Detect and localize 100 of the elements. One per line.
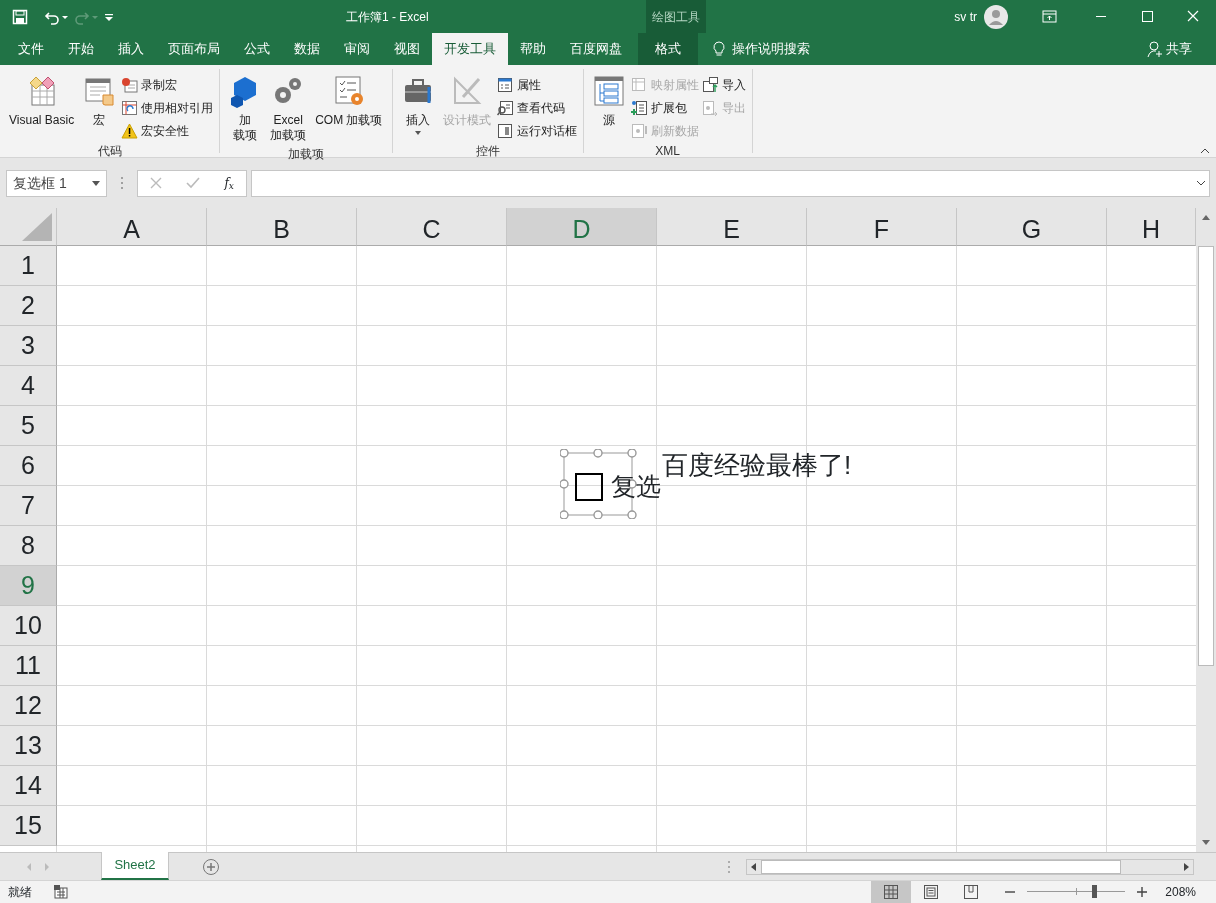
add-sheet-icon[interactable]	[202, 857, 220, 876]
macro-recording-icon[interactable]	[54, 885, 68, 899]
row-header[interactable]: 11	[0, 646, 57, 686]
ribbon-button[interactable]: Visual Basic	[6, 73, 78, 130]
name-box[interactable]: 复选框 1	[6, 169, 107, 197]
column-header[interactable]: G	[957, 208, 1107, 246]
ribbon-tab[interactable]: 数据	[282, 33, 332, 65]
grip-icon	[726, 859, 732, 874]
page-break-icon[interactable]	[963, 884, 980, 900]
ribbon-tab[interactable]: 公式	[232, 33, 282, 65]
row-header[interactable]: 13	[0, 726, 57, 766]
normal-view-icon[interactable]	[883, 884, 900, 900]
row-header[interactable]: 5	[0, 406, 57, 446]
row-header[interactable]: 14	[0, 766, 57, 806]
ribbon-button[interactable]: 源	[589, 73, 628, 130]
ribbon-tab[interactable]: 审阅	[332, 33, 382, 65]
lightbulb-icon[interactable]	[712, 40, 726, 58]
share-button[interactable]: 共享	[1147, 39, 1192, 59]
ribbon-tab[interactable]: 视图	[382, 33, 432, 65]
ribbon-button[interactable]: 查看代码	[496, 96, 577, 119]
sheet-tab[interactable]: Sheet2	[101, 852, 169, 880]
zoom-slider[interactable]	[1027, 885, 1126, 899]
row-header[interactable]: 4	[0, 366, 57, 406]
row-header[interactable]: 6	[0, 446, 57, 486]
avatar-icon[interactable]	[983, 3, 1009, 30]
refresh-data-icon	[630, 122, 648, 139]
ribbon-tab[interactable]: 百度网盘	[558, 33, 634, 65]
status-text: 就绪	[8, 884, 32, 901]
column-header[interactable]: F	[807, 208, 957, 246]
view-code-icon	[496, 99, 514, 116]
check-icon[interactable]	[186, 177, 201, 189]
xml-source-icon	[592, 75, 625, 109]
column-header[interactable]: B	[207, 208, 357, 246]
group-label: XML	[654, 143, 681, 160]
ribbon-button[interactable]: 录制宏	[121, 73, 214, 96]
ribbon-button[interactable]: 宏	[80, 73, 119, 130]
group-label: 控件	[474, 143, 501, 160]
ribbon-button[interactable]: 导入	[701, 73, 746, 96]
ribbon-button[interactable]: Excel 加载项	[267, 73, 310, 145]
row-header[interactable]: 7	[0, 486, 57, 526]
selection-frame[interactable]	[560, 449, 638, 519]
row-header[interactable]: 12	[0, 686, 57, 726]
column-header[interactable]: A	[57, 208, 207, 246]
group-label: 加载项	[286, 146, 325, 163]
ribbon-tab[interactable]: 开始	[56, 33, 106, 65]
ribbon-button[interactable]: 插入	[398, 73, 437, 137]
column-header[interactable]: H	[1107, 208, 1196, 246]
cell-text: 百度经验最棒了!	[662, 450, 852, 480]
ribbon-tab[interactable]: 开发工具	[432, 33, 508, 65]
expand-icon[interactable]	[1196, 180, 1206, 186]
ribbon-button[interactable]: 宏安全性	[121, 119, 214, 142]
slider-thumb[interactable]	[1091, 885, 1097, 898]
column-header[interactable]: E	[657, 208, 807, 246]
ribbon-button[interactable]: 扩展包	[630, 96, 699, 119]
dialog-icon	[496, 122, 514, 139]
page-layout-icon[interactable]	[923, 884, 940, 900]
expansion-pack-icon	[630, 99, 648, 116]
row-header[interactable]: 3	[0, 326, 57, 366]
ribbon-tab[interactable]: 插入	[106, 33, 156, 65]
row-header[interactable]: 15	[0, 806, 57, 846]
vertical-scrollbar[interactable]	[1196, 208, 1216, 852]
ribbon-button[interactable]: 加 载项	[226, 73, 265, 145]
map-properties-icon	[630, 76, 648, 93]
ribbon-tab[interactable]: 页面布局	[156, 33, 232, 65]
ribbon-tab[interactable]: 帮助	[508, 33, 558, 65]
zoom-level[interactable]: 208%	[1165, 883, 1196, 901]
checkbox[interactable]	[575, 472, 603, 501]
zoom-in-icon[interactable]	[1137, 887, 1148, 897]
export-icon	[701, 99, 719, 116]
warning-icon	[121, 122, 139, 139]
ribbon-button[interactable]: 属性	[496, 73, 577, 96]
row-header[interactable]: 9	[0, 566, 57, 606]
import-icon	[701, 76, 719, 93]
record-icon	[121, 76, 139, 93]
group-label: 代码	[96, 143, 123, 160]
row-header[interactable]: 2	[0, 286, 57, 326]
collapse-ribbon-icon[interactable]	[1200, 148, 1210, 154]
tell-me-field[interactable]: 操作说明搜索	[732, 39, 810, 59]
context-tab-label: 绘图工具	[652, 8, 700, 26]
horizontal-scrollbar[interactable]	[746, 858, 1194, 875]
properties-icon	[496, 76, 514, 93]
row-header[interactable]: 10	[0, 606, 57, 646]
ribbon-tab[interactable]: 文件	[6, 33, 56, 65]
column-header[interactable]: C	[357, 208, 507, 246]
checkbox-label: 复选	[611, 471, 661, 502]
window-title: 工作簿1 - Excel	[346, 8, 429, 26]
row-header[interactable]: 1	[0, 246, 57, 286]
person-add-icon	[1147, 40, 1163, 58]
insert-function-button[interactable]: f$_{x}$	[224, 174, 234, 192]
relative-reference-icon	[121, 99, 139, 116]
ribbon-button[interactable]: 使用相对引用	[121, 96, 214, 119]
user-name[interactable]: sv tr	[954, 7, 977, 26]
ribbon-button[interactable]: COM 加载项	[312, 73, 386, 130]
column-header[interactable]: D	[507, 208, 657, 246]
ribbon-tab[interactable]: 格式	[638, 33, 698, 65]
dropdown-icon	[92, 180, 100, 186]
row-header[interactable]: 8	[0, 526, 57, 566]
save-icon[interactable]	[12, 8, 28, 25]
formula-input[interactable]	[251, 169, 1210, 197]
ribbon-button[interactable]: 运行对话框	[496, 119, 577, 142]
